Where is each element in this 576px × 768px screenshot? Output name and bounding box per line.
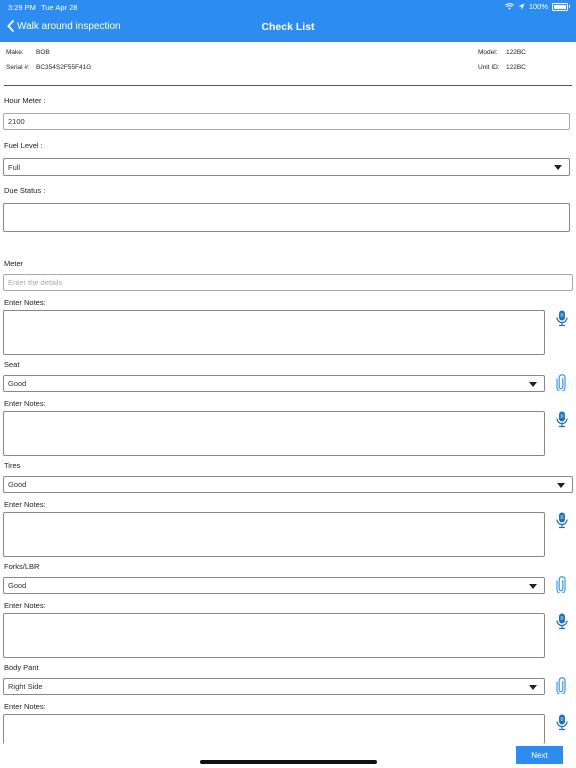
fuel-level-select[interactable]: Full <box>3 158 570 176</box>
chevron-down-icon <box>554 165 562 170</box>
item-label-seat: Seat <box>4 360 20 369</box>
status-time: 3:29 PM <box>8 3 36 12</box>
tires-value: Good <box>8 480 27 489</box>
microphone-icon[interactable] <box>556 714 568 731</box>
notes-label: Enter Notes: <box>4 601 46 610</box>
item-label-body-pant: Body Pant <box>4 663 39 672</box>
notes-label: Enter Notes: <box>4 399 46 408</box>
paperclip-icon[interactable] <box>556 374 566 391</box>
meter-input[interactable]: Enter the details <box>3 274 573 291</box>
hour-meter-input[interactable]: 2100 <box>3 113 570 130</box>
notes-label: Enter Notes: <box>4 500 46 509</box>
status-right: 100% <box>504 2 570 11</box>
wifi-icon <box>504 3 514 10</box>
notes-label: Enter Notes: <box>4 702 46 711</box>
microphone-icon[interactable] <box>556 310 568 327</box>
serial-value: BC354S2F55F41G <box>36 64 92 71</box>
microphone-icon[interactable] <box>556 411 568 428</box>
battery-percent: 100% <box>528 2 548 11</box>
chevron-down-icon <box>529 381 537 387</box>
microphone-icon[interactable] <box>556 512 568 529</box>
notes-textarea[interactable] <box>3 310 545 355</box>
meter-label: Meter <box>4 259 24 268</box>
fuel-level-label: Fuel Level : <box>4 141 43 150</box>
header-divider <box>4 85 572 86</box>
fuel-level-value: Full <box>8 162 21 172</box>
battery-icon <box>552 2 570 11</box>
due-status-label: Due Status : <box>4 186 46 195</box>
nav-bar: Walk around inspection Check List <box>0 14 576 42</box>
model-label: Model: <box>478 49 498 56</box>
unit-value: 122BC <box>506 64 526 71</box>
microphone-icon[interactable] <box>556 613 568 630</box>
location-icon <box>518 3 525 10</box>
body-pant-value: Right Side <box>8 682 43 691</box>
next-button[interactable]: Next <box>516 746 563 764</box>
make-value: BOB <box>36 49 50 56</box>
notes-label: Enter Notes: <box>4 298 46 307</box>
unit-label: Unit ID: <box>478 64 500 71</box>
make-label: Make: <box>6 49 24 56</box>
due-status-field[interactable] <box>3 203 570 232</box>
chevron-down-icon <box>529 684 537 690</box>
item-label-forks-lbr: Forks/LBR <box>4 562 40 571</box>
seat-value: Good <box>8 379 27 388</box>
forks-lbr-value: Good <box>8 581 27 590</box>
seat-select[interactable]: Good <box>3 375 545 392</box>
tires-select[interactable]: Good <box>3 476 573 493</box>
model-value: 122BC <box>506 49 526 56</box>
paperclip-icon[interactable] <box>556 677 566 694</box>
chevron-down-icon <box>557 482 565 488</box>
item-label-tires: Tires <box>4 461 21 470</box>
body-pant-select[interactable]: Right Side <box>3 678 545 695</box>
notes-textarea[interactable] <box>3 411 545 456</box>
forks-lbr-select[interactable]: Good <box>3 577 545 594</box>
page-title: Check List <box>261 21 315 33</box>
notes-textarea[interactable] <box>3 512 545 557</box>
chevron-down-icon <box>529 583 537 589</box>
status-date: Tue Apr 28 <box>41 3 78 12</box>
home-indicator <box>200 760 377 764</box>
hour-meter-label: Hour Meter : <box>4 96 46 105</box>
notes-textarea[interactable] <box>3 714 545 744</box>
status-bar: 3:29 PM Tue Apr 28 100% <box>0 0 576 14</box>
serial-label: Serial #: <box>6 64 30 71</box>
paperclip-icon[interactable] <box>556 576 566 593</box>
notes-textarea[interactable] <box>3 613 545 658</box>
